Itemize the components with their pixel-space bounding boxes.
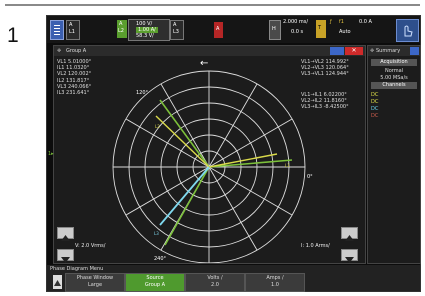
trigger-channel: f1 xyxy=(339,19,344,25)
l-label-mid: L2 xyxy=(118,28,124,34)
trigger-button[interactable]: T xyxy=(316,20,326,38)
source-button[interactable]: Source Group A xyxy=(125,273,185,292)
trigger-mode: Auto xyxy=(339,29,351,35)
phase-diagram-window: ✥ Group A ✕ VL1 5.01000° IL1 11.0320° VL… xyxy=(53,45,366,264)
vector-label-vl2: L2 xyxy=(155,124,160,129)
i-scale-label: I: 1.0 Arms/ xyxy=(301,243,330,249)
vector-label-vl1: L1 xyxy=(285,163,290,168)
phase-window-button[interactable]: Phase Window Large xyxy=(65,273,125,292)
vector-vl1 xyxy=(208,159,293,168)
v-scale-up-button[interactable] xyxy=(57,227,74,241)
vector-label-vl3: L3 xyxy=(154,231,159,236)
red-channel-label: A xyxy=(216,26,220,32)
i-scale-up-button[interactable] xyxy=(341,227,358,241)
channel-a-group[interactable]: A L1 xyxy=(66,20,80,40)
trigger-edge-icon: ƒ xyxy=(330,19,332,25)
source-button-value: Group A xyxy=(144,282,166,288)
l-label-top: A xyxy=(119,21,123,27)
horizontal-button[interactable]: H xyxy=(269,20,281,40)
angle-label-120: 120° xyxy=(136,90,149,96)
phase-diagram-menu: Phase Diagram Menu Phase Window Large So… xyxy=(47,265,420,292)
red-channel-indicator[interactable]: A xyxy=(214,22,223,38)
phase-window-button-title: Phase Window xyxy=(76,275,114,281)
channel-a2-label: A xyxy=(173,22,177,28)
summary-panel: ✥ Summary Acquisition Normal 5.00 MSa/s … xyxy=(367,45,421,264)
amps-button-title: Amps / xyxy=(266,275,284,281)
channel-a-value: 58.3 V/ xyxy=(136,33,154,39)
i-scale-up-glyph xyxy=(345,235,354,241)
trigger-level: 0.0 A xyxy=(359,19,372,25)
volts-button-title: Volts / xyxy=(207,275,223,281)
i-scale-down-glyph xyxy=(345,257,354,263)
left-edge-marker: 1▸ xyxy=(48,151,54,157)
summary-titlebar: ✥ Summary xyxy=(368,46,420,56)
top-rule xyxy=(5,4,420,6)
sample-rate: 5.00 MSa/s xyxy=(380,75,408,81)
trigger-label: T xyxy=(318,25,322,31)
menu-title: Phase Diagram Menu xyxy=(50,266,104,272)
channel-coupling-3: DC xyxy=(371,106,379,112)
menu-icon-glyph xyxy=(54,25,60,35)
channel-l1-label: L1 xyxy=(69,29,75,35)
v-scale-up-glyph xyxy=(61,235,70,241)
menu-back-button[interactable] xyxy=(53,275,62,289)
time-offset: 0.0 s xyxy=(291,29,304,35)
channel-l-indicator[interactable]: A L2 xyxy=(117,20,127,38)
phase-window-button-value: Large xyxy=(87,282,103,288)
channels-header[interactable]: Channels xyxy=(371,82,417,89)
scale-readout[interactable]: 100 V/ 1.00 A/ 58.3 V/ xyxy=(128,19,170,41)
menu-up-arrow-icon xyxy=(54,280,61,286)
i-scale-down-button[interactable] xyxy=(341,249,358,263)
back-arrow-icon[interactable]: ← xyxy=(200,59,208,69)
summary-maximize-button[interactable] xyxy=(410,47,419,55)
acquisition-header[interactable]: Acquisition xyxy=(371,59,417,66)
source-button-title: Source xyxy=(146,275,164,281)
menu-icon[interactable] xyxy=(50,20,64,40)
step-number: 1 xyxy=(7,24,19,47)
channel-coupling-1: DC xyxy=(371,92,379,98)
vector-vl2 xyxy=(159,99,210,168)
top-status-bar: A L1 A L2 100 V/ 1.00 A/ 58.3 V/ A L3 A … xyxy=(47,16,420,43)
v-scale-down-button[interactable] xyxy=(57,249,74,263)
vector-vl3 xyxy=(164,166,210,246)
channel-l3-label: L3 xyxy=(173,29,179,35)
angle-label-0: 0° xyxy=(307,174,313,180)
phase-polar-plot xyxy=(112,70,306,263)
v-scale-down-glyph xyxy=(61,257,70,263)
vector-il3 xyxy=(159,166,210,226)
channel-a2-group[interactable]: A L3 xyxy=(170,20,184,40)
summary-title: Summary xyxy=(376,48,401,54)
channel-coupling-2: DC xyxy=(371,99,379,105)
v-scale-label: V: 2.0 Vrms/ xyxy=(75,243,106,249)
angle-label-240: 240° xyxy=(154,256,167,262)
touch-hand-icon[interactable] xyxy=(396,19,419,42)
vector-il1 xyxy=(208,153,278,168)
amps-per-div-button[interactable]: Amps / 1.0 xyxy=(245,273,305,292)
oscilloscope-screen: A L1 A L2 100 V/ 1.00 A/ 58.3 V/ A L3 A … xyxy=(46,15,421,292)
volts-per-div-button[interactable]: Volts / 2.0 xyxy=(185,273,245,292)
channel-coupling-4: DC xyxy=(371,113,379,119)
channel-a-label: A xyxy=(69,22,73,28)
horizontal-label: H xyxy=(272,26,276,32)
summary-grip-icon[interactable]: ✥ xyxy=(370,48,374,54)
vector-il2 xyxy=(155,115,210,168)
time-per-div: 2.000 ms/ xyxy=(283,19,309,25)
touch-hand-glyph xyxy=(404,25,413,37)
amps-button-value: 1.0 xyxy=(271,282,279,288)
volts-button-value: 2.0 xyxy=(211,282,219,288)
acquisition-mode: Normal xyxy=(384,68,404,74)
